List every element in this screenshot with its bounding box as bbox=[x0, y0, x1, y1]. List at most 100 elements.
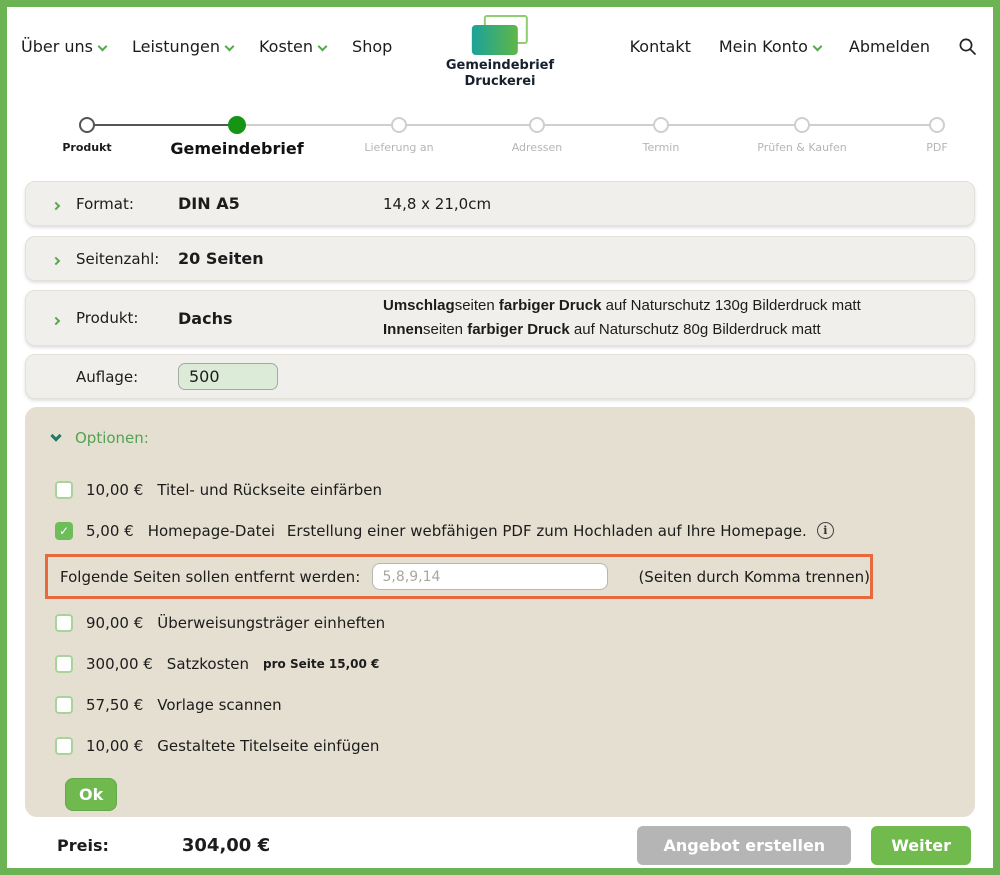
nav-leistungen[interactable]: Leistungen bbox=[132, 37, 233, 56]
step-dot-pdf[interactable] bbox=[929, 117, 945, 133]
price-value: 304,00 € bbox=[182, 835, 270, 856]
checkbox-titelseite[interactable] bbox=[55, 737, 73, 755]
option-price: 90,00 € bbox=[86, 614, 143, 632]
search-icon[interactable] bbox=[958, 37, 977, 56]
step-label-gemeindebrief[interactable]: Gemeindebrief bbox=[170, 139, 303, 158]
nav-kontakt-label: Kontakt bbox=[630, 37, 691, 56]
chevron-down-icon bbox=[812, 42, 822, 52]
auflage-row: Auflage: bbox=[25, 354, 975, 399]
option-price: 57,50 € bbox=[86, 696, 143, 714]
progress-stepper: Produkt Gemeindebrief Lieferung an Adres… bbox=[27, 107, 973, 169]
produkt-row[interactable]: Produkt: Dachs Umschlagseiten farbiger D… bbox=[25, 290, 975, 346]
format-value: DIN A5 bbox=[178, 194, 383, 213]
stepper-track-done bbox=[87, 124, 237, 126]
step-label-lieferung-an[interactable]: Lieferung an bbox=[364, 141, 433, 154]
nav-shop[interactable]: Shop bbox=[352, 37, 392, 56]
option-price: 10,00 € bbox=[86, 737, 143, 755]
checkbox-homepage-datei-checked[interactable]: ✓ bbox=[55, 522, 73, 540]
seitenzahl-value: 20 Seiten bbox=[178, 249, 383, 268]
format-row[interactable]: Format: DIN A5 14,8 x 21,0cm bbox=[25, 181, 975, 226]
step-label-produkt[interactable]: Produkt bbox=[62, 141, 111, 154]
step-dot-lieferung-an[interactable] bbox=[391, 117, 407, 133]
optionen-title: Optionen: bbox=[75, 429, 149, 447]
produkt-label: Produkt: bbox=[76, 309, 178, 327]
chevron-down-icon bbox=[98, 42, 108, 52]
nav-ueber-uns-label: Über uns bbox=[21, 37, 93, 56]
nav-kontakt[interactable]: Kontakt bbox=[630, 37, 691, 56]
optionen-panel: Optionen: 10,00 € Titel- und Rückseite e… bbox=[25, 407, 975, 817]
format-detail: 14,8 x 21,0cm bbox=[383, 195, 491, 213]
checkbox-vorlage-scannen[interactable] bbox=[55, 696, 73, 714]
price-label: Preis: bbox=[57, 836, 109, 855]
ok-button[interactable]: Ok bbox=[65, 778, 117, 811]
checkbox-satzkosten[interactable] bbox=[55, 655, 73, 673]
nav-ueber-uns[interactable]: Über uns bbox=[21, 37, 106, 56]
option-row-ueberweisungstraeger: 90,00 € Überweisungsträger einheften bbox=[55, 602, 975, 643]
checkbox-einfaerben[interactable] bbox=[55, 481, 73, 499]
auflage-label: Auflage: bbox=[76, 368, 178, 386]
option-price: 10,00 € bbox=[86, 481, 143, 499]
produkt-description: Umschlagseiten farbiger Druck auf Naturs… bbox=[383, 294, 861, 342]
nav-abmelden-label: Abmelden bbox=[849, 37, 930, 56]
step-label-pruefen-kaufen[interactable]: Prüfen & Kaufen bbox=[757, 141, 846, 154]
logo[interactable]: Gemeindebrief Druckerei bbox=[446, 15, 554, 90]
chevron-down-icon bbox=[318, 42, 328, 52]
nav-leistungen-label: Leistungen bbox=[132, 37, 220, 56]
option-description: Erstellung einer webfähigen PDF zum Hoch… bbox=[287, 522, 807, 540]
remove-pages-note: (Seiten durch Komma trennen) bbox=[638, 568, 870, 586]
option-label: Vorlage scannen bbox=[157, 696, 281, 714]
option-row-vorlage-scannen: 57,50 € Vorlage scannen bbox=[55, 684, 975, 725]
remove-pages-highlight-row: Folgende Seiten sollen entfernt werden: … bbox=[45, 554, 873, 599]
auflage-input[interactable] bbox=[178, 363, 278, 390]
check-icon: ✓ bbox=[59, 524, 69, 538]
chevron-right-icon bbox=[52, 257, 60, 265]
option-label: Satzkosten bbox=[167, 655, 249, 673]
step-label-pdf[interactable]: PDF bbox=[926, 141, 947, 154]
option-label: Überweisungsträger einheften bbox=[157, 614, 385, 632]
option-price: 5,00 € bbox=[86, 522, 134, 540]
stepper-track-todo bbox=[237, 124, 937, 126]
step-dot-termin[interactable] bbox=[653, 117, 669, 133]
option-row-titelseite: 10,00 € Gestaltete Titelseite einfügen bbox=[55, 725, 975, 766]
chevron-down-icon bbox=[225, 42, 235, 52]
option-note: pro Seite 15,00 € bbox=[263, 657, 379, 671]
logo-icon bbox=[472, 15, 528, 55]
option-price: 300,00 € bbox=[86, 655, 153, 673]
main-nav: Über uns Leistungen Kosten Shop bbox=[21, 37, 392, 56]
nav-abmelden[interactable]: Abmelden bbox=[849, 37, 930, 56]
option-row-satzkosten: 300,00 € Satzkosten pro Seite 15,00 € bbox=[55, 643, 975, 684]
secondary-nav: Kontakt Mein Konto Abmelden bbox=[630, 37, 977, 56]
option-row-homepage-datei: ✓ 5,00 € Homepage-Datei Erstellung einer… bbox=[55, 510, 975, 551]
chevron-right-icon bbox=[52, 316, 60, 324]
step-label-termin[interactable]: Termin bbox=[643, 141, 680, 154]
header: Über uns Leistungen Kosten Shop Gemeinde… bbox=[7, 7, 993, 103]
chevron-down-icon bbox=[50, 430, 61, 441]
step-dot-pruefen-kaufen[interactable] bbox=[794, 117, 810, 133]
nav-kosten[interactable]: Kosten bbox=[259, 37, 326, 56]
nav-kosten-label: Kosten bbox=[259, 37, 313, 56]
produkt-value: Dachs bbox=[178, 309, 383, 328]
logo-text-line2: Druckerei bbox=[446, 74, 554, 90]
seitenzahl-row[interactable]: Seitenzahl: 20 Seiten bbox=[25, 236, 975, 281]
nav-mein-konto[interactable]: Mein Konto bbox=[719, 37, 821, 56]
option-label: Gestaltete Titelseite einfügen bbox=[157, 737, 379, 755]
info-icon[interactable]: i bbox=[817, 522, 834, 539]
step-dot-produkt[interactable] bbox=[79, 117, 95, 133]
step-dot-gemeindebrief[interactable] bbox=[228, 116, 246, 134]
checkbox-ueberweisungstraeger[interactable] bbox=[55, 614, 73, 632]
nav-shop-label: Shop bbox=[352, 37, 392, 56]
optionen-header[interactable]: Optionen: bbox=[52, 423, 975, 453]
option-label: Titel- und Rückseite einfärben bbox=[157, 481, 382, 499]
seitenzahl-label: Seitenzahl: bbox=[76, 250, 178, 268]
footer: Preis: 304,00 € Angebot erstellen Weiter bbox=[7, 817, 993, 868]
step-dot-adressen[interactable] bbox=[529, 117, 545, 133]
angebot-erstellen-button[interactable]: Angebot erstellen bbox=[637, 826, 851, 865]
chevron-right-icon bbox=[52, 202, 60, 210]
weiter-button[interactable]: Weiter bbox=[871, 826, 971, 865]
remove-pages-input[interactable] bbox=[372, 563, 609, 590]
format-label: Format: bbox=[76, 195, 178, 213]
logo-gradient-rect bbox=[472, 25, 518, 55]
remove-pages-label: Folgende Seiten sollen entfernt werden: bbox=[60, 568, 372, 586]
nav-mein-konto-label: Mein Konto bbox=[719, 37, 808, 56]
step-label-adressen[interactable]: Adressen bbox=[512, 141, 563, 154]
